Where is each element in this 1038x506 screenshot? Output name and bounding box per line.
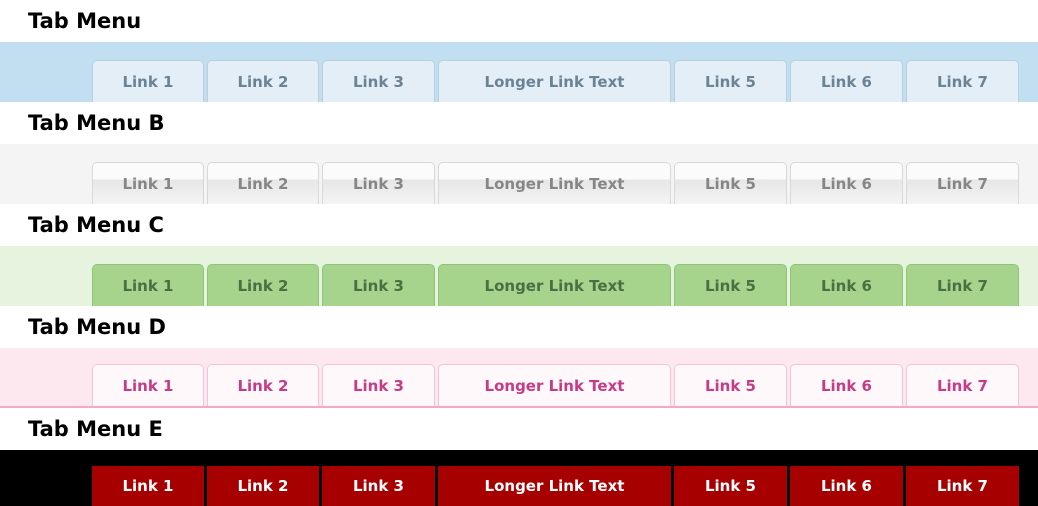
- tab-menu-e-tabs: Link 1 Link 2 Link 3 Longer Link Text Li…: [92, 466, 1022, 506]
- tab-menu-d-link-6[interactable]: Link 6: [790, 364, 903, 406]
- tab-menu-b-title: Tab Menu B: [28, 111, 165, 135]
- tab-menu-c-link-3[interactable]: Link 3: [322, 264, 435, 306]
- tab-menu-a-link-6[interactable]: Link 6: [790, 60, 903, 102]
- tab-menu-c-link-longer[interactable]: Longer Link Text: [438, 264, 671, 306]
- tab-menu-b-link-6[interactable]: Link 6: [790, 162, 903, 204]
- tab-menu-b-bar: Link 1 Link 2 Link 3 Longer Link Text Li…: [0, 144, 1038, 204]
- tab-menu-b-link-1[interactable]: Link 1: [92, 162, 204, 204]
- tab-menu-e-link-2[interactable]: Link 2: [207, 466, 319, 506]
- tab-menu-a-link-3[interactable]: Link 3: [322, 60, 435, 102]
- tab-menu-e: Tab Menu E Link 1 Link 2 Link 3 Longer L…: [0, 408, 1038, 506]
- tab-menu-c-bar: Link 1 Link 2 Link 3 Longer Link Text Li…: [0, 246, 1038, 306]
- tab-menu-d-tabs: Link 1 Link 2 Link 3 Longer Link Text Li…: [92, 364, 1022, 406]
- tab-menu-a-tabs: Link 1 Link 2 Link 3 Longer Link Text Li…: [92, 60, 1022, 102]
- tab-menu-b-link-longer[interactable]: Longer Link Text: [438, 162, 671, 204]
- tab-menu-d-title: Tab Menu D: [28, 315, 166, 339]
- tab-menu-c-link-6[interactable]: Link 6: [790, 264, 903, 306]
- tab-menu-a: Tab Menu Link 1 Link 2 Link 3 Longer Lin…: [0, 0, 1038, 102]
- tab-menu-d: Tab Menu D Link 1 Link 2 Link 3 Longer L…: [0, 306, 1038, 408]
- tab-menu-c-link-1[interactable]: Link 1: [92, 264, 204, 306]
- tab-menu-e-link-5[interactable]: Link 5: [674, 466, 787, 506]
- tab-menu-b-link-5[interactable]: Link 5: [674, 162, 787, 204]
- tab-menu-d-link-2[interactable]: Link 2: [207, 364, 319, 406]
- tab-menu-d-link-longer[interactable]: Longer Link Text: [438, 364, 671, 406]
- tab-menu-a-link-2[interactable]: Link 2: [207, 60, 319, 102]
- tab-menu-d-link-3[interactable]: Link 3: [322, 364, 435, 406]
- tab-menu-e-link-3[interactable]: Link 3: [322, 466, 435, 506]
- tab-menu-d-bar: Link 1 Link 2 Link 3 Longer Link Text Li…: [0, 348, 1038, 408]
- tab-menu-c-link-7[interactable]: Link 7: [906, 264, 1019, 306]
- tab-menu-e-link-1[interactable]: Link 1: [92, 466, 204, 506]
- tab-menu-a-link-1[interactable]: Link 1: [92, 60, 204, 102]
- tab-menu-e-bar: Link 1 Link 2 Link 3 Longer Link Text Li…: [0, 450, 1038, 506]
- tab-menu-d-link-5[interactable]: Link 5: [674, 364, 787, 406]
- tab-menu-b: Tab Menu B Link 1 Link 2 Link 3 Longer L…: [0, 102, 1038, 204]
- tab-menu-a-link-7[interactable]: Link 7: [906, 60, 1019, 102]
- tab-menu-e-link-6[interactable]: Link 6: [790, 466, 903, 506]
- tab-menu-c-link-2[interactable]: Link 2: [207, 264, 319, 306]
- tab-menu-a-link-5[interactable]: Link 5: [674, 60, 787, 102]
- tab-menu-e-link-longer[interactable]: Longer Link Text: [438, 466, 671, 506]
- tab-menu-c-link-5[interactable]: Link 5: [674, 264, 787, 306]
- tab-menu-b-link-7[interactable]: Link 7: [906, 162, 1019, 204]
- tab-menu-a-bar: Link 1 Link 2 Link 3 Longer Link Text Li…: [0, 42, 1038, 102]
- tab-menu-a-link-longer[interactable]: Longer Link Text: [438, 60, 671, 102]
- tab-menu-c-tabs: Link 1 Link 2 Link 3 Longer Link Text Li…: [92, 264, 1022, 306]
- tab-menu-e-title: Tab Menu E: [28, 417, 163, 441]
- tab-menu-a-title: Tab Menu: [28, 9, 142, 33]
- tab-menu-d-link-1[interactable]: Link 1: [92, 364, 204, 406]
- tab-menu-c-title: Tab Menu C: [28, 213, 164, 237]
- tab-menu-b-link-3[interactable]: Link 3: [322, 162, 435, 204]
- tab-menu-b-tabs: Link 1 Link 2 Link 3 Longer Link Text Li…: [92, 162, 1022, 204]
- tab-menu-d-link-7[interactable]: Link 7: [906, 364, 1019, 406]
- tab-menu-c: Tab Menu C Link 1 Link 2 Link 3 Longer L…: [0, 204, 1038, 306]
- tab-menu-b-link-2[interactable]: Link 2: [207, 162, 319, 204]
- tab-menu-e-link-7[interactable]: Link 7: [906, 466, 1019, 506]
